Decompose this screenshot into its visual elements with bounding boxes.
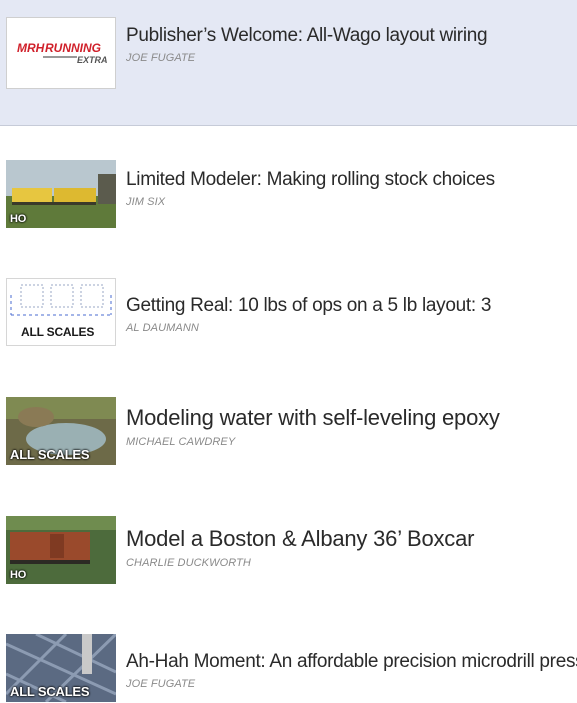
article-thumbnail: ALL SCALES (6, 278, 116, 346)
article-author: JOE FUGATE (126, 52, 196, 64)
article-item-microdrill-press[interactable]: ALL SCALES Ah-Hah Moment: An affordable … (0, 632, 577, 703)
article-item-limited-modeler[interactable]: HO Limited Modeler: Making rolling stock… (0, 158, 577, 230)
article-author: CHARLIE DUCKWORTH (126, 557, 251, 569)
article-thumbnail: MRH RUNNING EXTRA (6, 17, 116, 89)
article-title[interactable]: Getting Real: 10 lbs of ops on a 5 lb la… (126, 294, 571, 317)
logo-running: RUNNING (45, 41, 101, 55)
logo-extra: EXTRA (77, 55, 108, 65)
article-title[interactable]: Modeling water with self-leveling epoxy (126, 405, 571, 431)
article-thumbnail: HO (6, 160, 116, 228)
article-title[interactable]: Ah-Hah Moment: An affordable precision m… (126, 650, 577, 673)
article-author: AL DAUMANN (126, 322, 199, 334)
article-author: MICHAEL CAWDREY (126, 436, 236, 448)
article-item-getting-real[interactable]: ALL SCALES Getting Real: 10 lbs of ops o… (0, 276, 577, 348)
scale-badge: HO (10, 213, 27, 225)
logo-mrh: MRH (17, 41, 45, 55)
article-title[interactable]: Publisher’s Welcome: All-Wago layout wir… (126, 24, 571, 47)
scale-badge: ALL SCALES (10, 684, 90, 699)
article-thumbnail: HO (6, 516, 116, 584)
article-author: JIM SIX (126, 196, 166, 208)
scale-badge: ALL SCALES (10, 447, 90, 462)
article-item-publishers-welcome[interactable]: MRH RUNNING EXTRA Publisher’s Welcome: A… (0, 0, 577, 126)
article-title[interactable]: Model a Boston & Albany 36’ Boxcar (126, 526, 571, 552)
article-thumbnail: ALL SCALES (6, 634, 116, 702)
scale-badge: ALL SCALES (21, 325, 95, 339)
scale-badge: HO (10, 569, 27, 581)
article-author: JOE FUGATE (126, 678, 196, 690)
article-title[interactable]: Limited Modeler: Making rolling stock ch… (126, 168, 571, 191)
article-thumbnail: ALL SCALES (6, 397, 116, 465)
article-item-boxcar[interactable]: HO Model a Boston & Albany 36’ Boxcar CH… (0, 514, 577, 586)
article-item-modeling-water[interactable]: ALL SCALES Modeling water with self-leve… (0, 395, 577, 467)
